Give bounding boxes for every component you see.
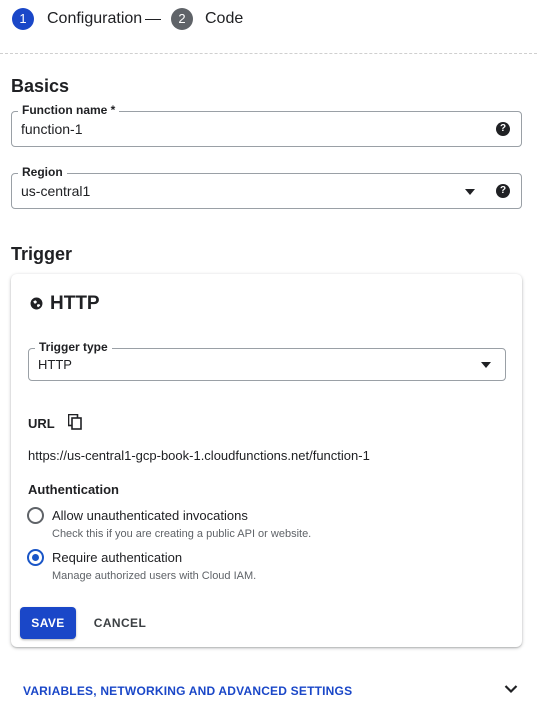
- help-icon[interactable]: ?: [496, 122, 510, 136]
- trigger-type-label: Trigger type: [35, 340, 112, 354]
- basics-title: Basics: [11, 76, 70, 96]
- step-connector: [145, 19, 161, 20]
- cancel-button[interactable]: CANCEL: [87, 607, 153, 639]
- require-authentication-radio[interactable]: [27, 549, 44, 566]
- copy-icon[interactable]: [68, 414, 82, 430]
- trigger-type-field[interactable]: Trigger type HTTP: [28, 340, 506, 381]
- advanced-settings-toggle[interactable]: VARIABLES, NETWORKING AND ADVANCED SETTI…: [23, 684, 352, 698]
- function-url[interactable]: https://us-central1-gcp-book-1.cloudfunc…: [28, 448, 370, 463]
- trigger-card: HTTP Trigger type HTTP URL https://us-ce…: [11, 274, 522, 647]
- save-button[interactable]: SAVE: [20, 607, 76, 639]
- region-label: Region: [18, 165, 67, 179]
- trigger-type-select-value[interactable]: HTTP: [38, 356, 72, 374]
- region-field[interactable]: Region us-central1 ?: [11, 165, 522, 209]
- authentication-title: Authentication: [28, 482, 119, 497]
- help-icon[interactable]: ?: [496, 184, 510, 198]
- allow-unauthenticated-radio[interactable]: [27, 507, 44, 524]
- step-1-label[interactable]: Configuration: [47, 9, 142, 29]
- function-name-label: Function name *: [18, 103, 120, 117]
- stepper: 1 Configuration 2 Code: [0, 0, 537, 54]
- step-1-indicator[interactable]: 1: [12, 8, 34, 30]
- require-authentication-label[interactable]: Require authentication: [52, 550, 182, 565]
- url-label: URL: [28, 416, 55, 431]
- step-2-indicator[interactable]: 2: [171, 8, 193, 30]
- region-select-value[interactable]: us-central1: [21, 182, 90, 200]
- trigger-title: Trigger: [11, 244, 73, 264]
- caret-down-icon[interactable]: [481, 362, 491, 368]
- trigger-card-title: HTTP: [50, 293, 100, 314]
- chevron-down-icon[interactable]: [504, 684, 518, 694]
- allow-unauthenticated-description: Check this if you are creating a public …: [52, 528, 312, 540]
- globe-icon: [30, 297, 43, 310]
- allow-unauthenticated-label[interactable]: Allow unauthenticated invocations: [52, 508, 248, 523]
- require-authentication-description: Manage authorized users with Cloud IAM.: [52, 570, 257, 582]
- step-2-label[interactable]: Code: [205, 9, 243, 29]
- function-name-field[interactable]: Function name * function-1 ?: [11, 103, 522, 147]
- function-name-input[interactable]: function-1: [21, 120, 82, 138]
- caret-down-icon[interactable]: [465, 189, 475, 195]
